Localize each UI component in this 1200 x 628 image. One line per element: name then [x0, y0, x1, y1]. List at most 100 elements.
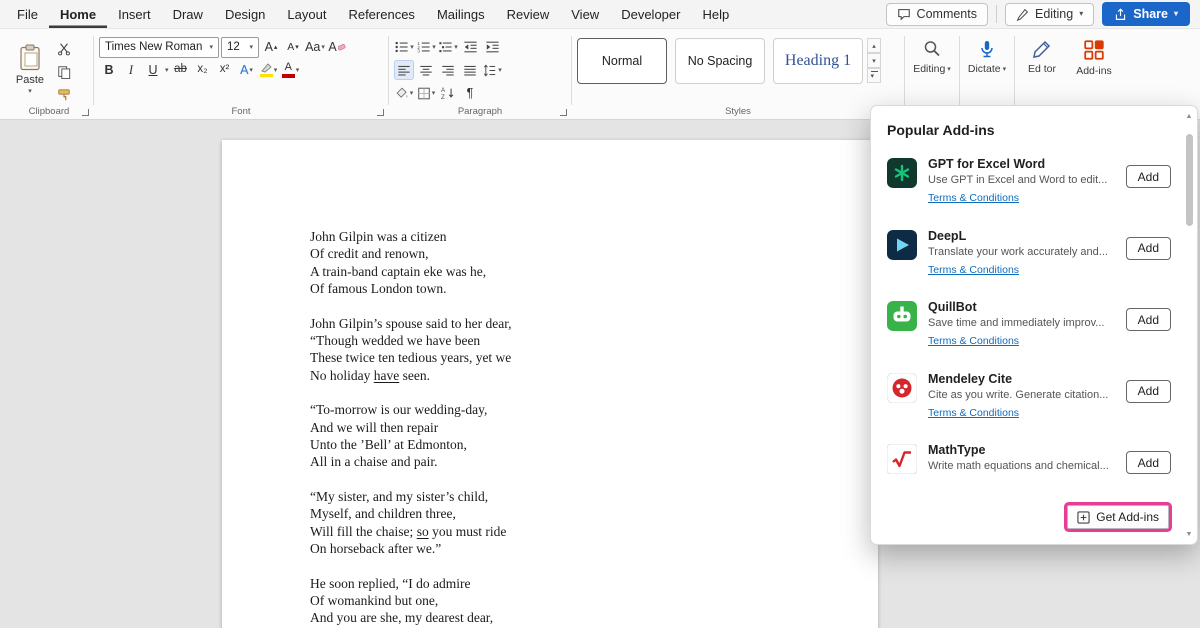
- dialog-launcher-icon[interactable]: [82, 109, 89, 116]
- styles-gallery: NormalNo SpacingHeading 1: [577, 38, 863, 84]
- show-formatting-button[interactable]: ¶: [460, 83, 480, 103]
- borders-button[interactable]: ▾: [416, 83, 436, 103]
- panel-scrollbar[interactable]: ▲ ▼: [1183, 110, 1195, 540]
- poem-line: He soon replied, “I do admire: [310, 575, 878, 592]
- decrease-indent-button[interactable]: [460, 37, 480, 57]
- add-button[interactable]: Add: [1126, 237, 1171, 260]
- style-card-heading-1[interactable]: Heading 1: [773, 38, 863, 84]
- justify-button[interactable]: [460, 60, 480, 80]
- font-color-button[interactable]: A ▾: [281, 60, 301, 80]
- menu-tab-home[interactable]: Home: [49, 0, 107, 28]
- dialog-launcher-icon[interactable]: [560, 109, 567, 116]
- text-effects-button[interactable]: A ▾: [237, 60, 257, 80]
- subscript-button[interactable]: x₂: [193, 60, 213, 80]
- copy-button[interactable]: [54, 63, 74, 80]
- menu-tab-insert[interactable]: Insert: [107, 0, 162, 28]
- group-divider: [904, 36, 905, 105]
- paste-button[interactable]: Paste ▾: [10, 36, 50, 102]
- share-button[interactable]: Share ▾: [1102, 2, 1190, 26]
- font-size-value: 12: [227, 41, 245, 53]
- menu-tab-file[interactable]: File: [6, 0, 49, 28]
- font-name-combobox[interactable]: Times New Roman ▾: [99, 37, 219, 58]
- editor-button[interactable]: Ed tor: [1016, 31, 1068, 99]
- chevron-down-icon: ▾: [947, 66, 951, 73]
- paste-icon: [18, 44, 42, 72]
- font-name-value: Times New Roman: [105, 41, 205, 53]
- menu-tab-view[interactable]: View: [560, 0, 610, 28]
- add-button[interactable]: Add: [1126, 165, 1171, 188]
- menu-tab-review[interactable]: Review: [496, 0, 561, 28]
- stanza: He soon replied, “I do admireOf womankin…: [310, 575, 878, 627]
- scrollbar-thumb[interactable]: [1186, 134, 1193, 226]
- shading-button[interactable]: ▾: [394, 83, 414, 103]
- poem-line: A train-band captain eke was he,: [310, 263, 878, 280]
- paragraph-group-label: Paragraph: [390, 106, 570, 117]
- document-page[interactable]: John Gilpin was a citizenOf credit and r…: [222, 140, 878, 628]
- group-divider: [93, 36, 94, 105]
- strikethrough-button[interactable]: ab: [171, 60, 191, 80]
- menu-tab-developer[interactable]: Developer: [610, 0, 691, 28]
- styles-scroll-up[interactable]: ▴: [867, 38, 881, 53]
- stanza: John Gilpin’s spouse said to her dear,“T…: [310, 315, 878, 385]
- align-right-button[interactable]: [438, 60, 458, 80]
- style-card-normal[interactable]: Normal: [577, 38, 667, 84]
- format-painter-button[interactable]: [54, 86, 74, 103]
- numbering-button[interactable]: 123 ▾: [416, 37, 436, 57]
- clear-formatting-button[interactable]: A: [327, 37, 347, 57]
- editing-mode-button[interactable]: Editing ▾: [1005, 3, 1094, 26]
- addin-description: Use GPT in Excel and Word to edit...: [928, 173, 1107, 188]
- superscript-button[interactable]: x²: [215, 60, 235, 80]
- terms-and-conditions-link[interactable]: Terms & Conditions: [928, 407, 1019, 419]
- increase-indent-button[interactable]: [482, 37, 502, 57]
- styles-expand-button[interactable]: ▾: [867, 68, 881, 83]
- clipboard-group: Paste ▾ Clipboard: [6, 29, 92, 119]
- menu-tab-references[interactable]: References: [337, 0, 425, 28]
- poem-line: Myself, and children three,: [310, 505, 878, 522]
- dictate-button[interactable]: Dictate▾: [961, 31, 1013, 99]
- chevron-down-icon: ▾: [1174, 10, 1178, 18]
- bold-button[interactable]: B: [99, 60, 119, 80]
- add-ins-list: GPT for Excel WordUse GPT in Excel and W…: [871, 148, 1197, 506]
- poem-line: Will fill the chaise; so you must ride: [310, 523, 878, 540]
- align-center-button[interactable]: [416, 60, 436, 80]
- align-left-button[interactable]: [394, 60, 414, 80]
- styles-scroll-down[interactable]: ▾: [867, 53, 881, 68]
- editing-button[interactable]: Editing▾: [906, 31, 958, 99]
- shrink-font-button[interactable]: A▾: [283, 37, 303, 57]
- line-spacing-button[interactable]: ▾: [482, 60, 502, 80]
- underline-button[interactable]: U: [143, 60, 163, 80]
- scroll-up-icon[interactable]: ▲: [1186, 110, 1193, 122]
- italic-button[interactable]: I: [121, 60, 141, 80]
- change-case-button[interactable]: Aa▾: [305, 37, 325, 57]
- bullets-button[interactable]: ▾: [394, 37, 414, 57]
- style-card-no-spacing[interactable]: No Spacing: [675, 38, 765, 84]
- menu-tab-layout[interactable]: Layout: [276, 0, 337, 28]
- menu-tab-help[interactable]: Help: [691, 0, 740, 28]
- grow-font-button[interactable]: A▴: [261, 37, 281, 57]
- chevron-down-icon: ▾: [209, 44, 213, 51]
- sort-button[interactable]: AZ: [438, 83, 458, 103]
- get-add-ins-button[interactable]: Get Add-ins: [1067, 505, 1169, 529]
- paragraph-group: ▾ 123 ▾ ▾: [390, 29, 570, 119]
- multilevel-list-button[interactable]: ▾: [438, 37, 458, 57]
- add-button[interactable]: Add: [1126, 308, 1171, 331]
- text-highlight-button[interactable]: ▾: [259, 60, 279, 80]
- dialog-launcher-icon[interactable]: [377, 109, 384, 116]
- quillbot-icon: [887, 301, 917, 331]
- menu-tab-mailings[interactable]: Mailings: [426, 0, 496, 28]
- scroll-down-icon[interactable]: ▼: [1186, 528, 1193, 540]
- menu-tab-draw[interactable]: Draw: [162, 0, 214, 28]
- addin-description: Cite as you write. Generate citation...: [928, 388, 1108, 403]
- menu-tab-design[interactable]: Design: [214, 0, 276, 28]
- terms-and-conditions-link[interactable]: Terms & Conditions: [928, 264, 1019, 276]
- add-ins-button[interactable]: Add-ins: [1068, 31, 1120, 99]
- cut-button[interactable]: [54, 40, 74, 57]
- font-size-combobox[interactable]: 12 ▾: [221, 37, 259, 58]
- terms-and-conditions-link[interactable]: Terms & Conditions: [928, 192, 1019, 204]
- add-button[interactable]: Add: [1126, 380, 1171, 403]
- add-button[interactable]: Add: [1126, 451, 1171, 474]
- poem-line: John Gilpin’s spouse said to her dear,: [310, 315, 878, 332]
- comments-button[interactable]: Comments: [886, 3, 988, 26]
- terms-and-conditions-link[interactable]: Terms & Conditions: [928, 335, 1019, 347]
- poem-line: And you are she, my dearest dear,: [310, 609, 878, 626]
